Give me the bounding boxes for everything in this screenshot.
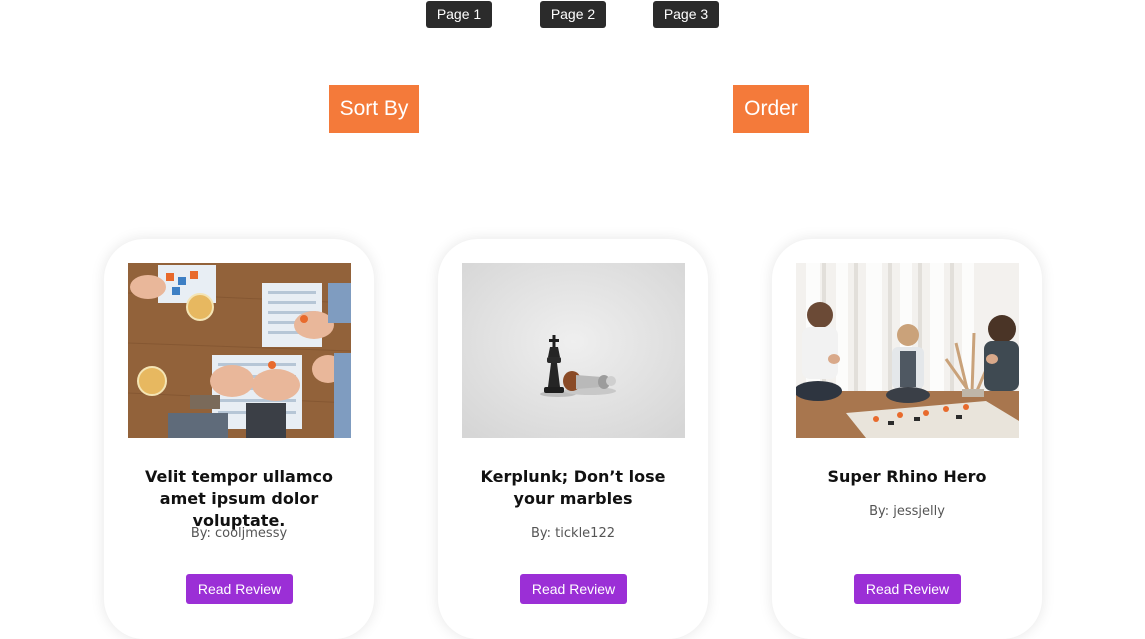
review-title: Velit tempor ullamco amet ipsum dolor vo… xyxy=(145,467,333,530)
review-card: Velit tempor ullamco amet ipsum dolor vo… xyxy=(104,239,374,639)
review-card: Super Rhino Hero By: jessjelly Read Revi… xyxy=(772,239,1042,639)
chess-pieces-photo xyxy=(462,263,685,438)
page-3-button[interactable]: Page 3 xyxy=(653,1,719,28)
page-1-button[interactable]: Page 1 xyxy=(426,1,492,28)
board-game-table-photo xyxy=(128,263,351,438)
review-author: By: cooljmessy xyxy=(190,526,288,541)
review-card: Kerplunk; Don’t lose your marbles By: ti… xyxy=(438,239,708,639)
sort-by-button[interactable]: Sort By xyxy=(329,85,419,133)
review-title: Kerplunk; Don’t lose your marbles xyxy=(480,467,666,508)
kids-playing-game-photo xyxy=(796,263,1019,438)
order-button[interactable]: Order xyxy=(733,85,809,133)
page-2-button[interactable]: Page 2 xyxy=(540,1,606,28)
review-author: By: jessjelly xyxy=(869,504,945,519)
review-title: Super Rhino Hero xyxy=(827,467,987,486)
review-author: By: tickle122 xyxy=(531,526,615,541)
